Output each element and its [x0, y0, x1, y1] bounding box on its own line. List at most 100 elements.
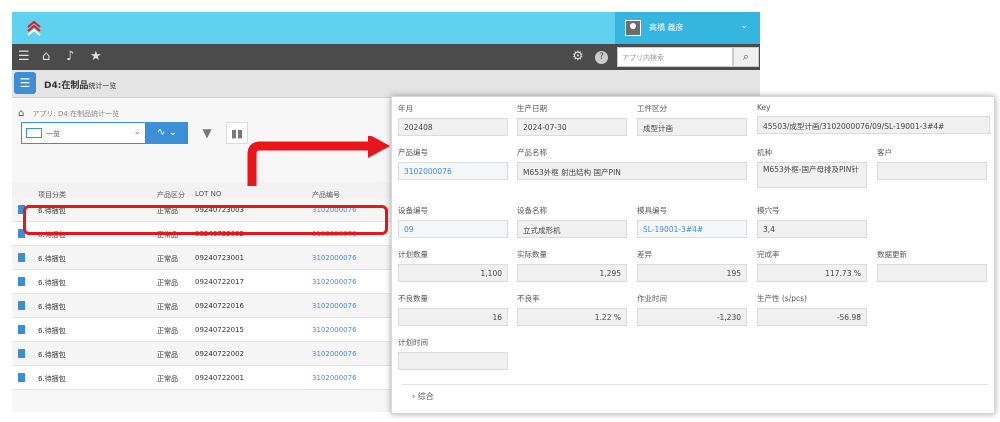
app-title-sub: 统计一览 [88, 82, 117, 90]
field-label: 客户 [877, 148, 892, 157]
filter-button[interactable]: ▼ [196, 122, 218, 144]
field-label: 机种 [757, 148, 772, 157]
field-label: 完成率 [757, 250, 780, 259]
field-label: 模穴号 [757, 206, 780, 215]
table-cell-link[interactable]: 3102000076 [312, 350, 357, 358]
record-detail-icon[interactable] [18, 349, 25, 358]
record-detail-icon[interactable] [18, 301, 25, 310]
view-selector-label: 一览 [46, 130, 60, 138]
field-chanpin-mingcheng: 产品名称 M653外框 射出结构 国产PIN [517, 147, 747, 180]
search-button[interactable]: ⌕ [733, 47, 759, 67]
chevron-right-icon: › [412, 392, 416, 401]
user-name: 高橋 義彦 [649, 23, 684, 32]
field-label: 不良数量 [398, 294, 428, 303]
field-gongjian-qufen: 工件区分 成型计画 [637, 103, 747, 136]
field-value: 16 [398, 308, 508, 326]
table-cell: 09240722001 [195, 374, 244, 382]
field-label: 产品编号 [398, 148, 428, 157]
graph-view-button[interactable]: ∿ ⌄ [146, 122, 188, 144]
table-view-icon [26, 128, 42, 138]
breadcrumb-path[interactable]: アプリ: D4:在制品统计一览 [32, 110, 119, 118]
field-label: 生产日期 [517, 104, 547, 113]
field-value-link[interactable]: 09 [398, 220, 508, 238]
field-value: -1,230 [637, 308, 747, 326]
field-label: 工件区分 [637, 104, 667, 113]
field-value [398, 352, 508, 370]
field-label: 设备名称 [517, 206, 547, 215]
breadcrumb: ⌂ アプリ: D4:在制品统计一览 [18, 108, 119, 119]
table-cell: 正常品 [157, 279, 178, 287]
field-buliang-shu: 不良数量 16 [398, 293, 508, 326]
field-shengchan-riqi: 生产日期 2024-07-30 [517, 103, 627, 136]
field-shuju-gengxin: 数据更新 [877, 249, 987, 282]
field-jizhong: 机种 M653外框-国产母排及PIN针 [757, 147, 867, 188]
star-icon[interactable]: ★ [90, 49, 102, 65]
field-label: 生产性 (s/pcs) [757, 294, 807, 303]
table-cell: 09240722002 [195, 350, 244, 358]
record-detail-icon[interactable] [18, 277, 25, 286]
app-icon[interactable]: ☰ [14, 72, 36, 94]
app-bar: ☰ D4:在制品统计一览 [12, 70, 760, 98]
field-jihua-shuliang: 计划数量 1,100 [398, 249, 508, 282]
view-selector[interactable]: 一览 ⌄ [21, 122, 146, 144]
table-cell: 正常品 [157, 351, 178, 359]
record-detail-icon[interactable] [18, 373, 25, 382]
table-cell: 09240722016 [195, 302, 244, 310]
field-kehu: 客户 [877, 147, 987, 180]
app-title: D4:在制品统计一览 [44, 78, 116, 91]
kintone-logo-icon[interactable] [26, 20, 42, 36]
field-shebei-bianhao: 设备编号 09 [398, 205, 508, 238]
home-icon[interactable]: ⌂ [42, 49, 50, 65]
gear-icon[interactable]: ⚙ [572, 49, 584, 65]
record-detail-icon[interactable] [18, 325, 25, 334]
field-chayi: 差异 195 [637, 249, 747, 282]
bell-icon[interactable]: ♪ [66, 49, 74, 65]
field-label: Key [757, 103, 771, 112]
table-cell-link[interactable]: 3102000076 [312, 326, 357, 334]
field-value [877, 162, 987, 180]
field-jihua-shijian: 计划时间 [398, 337, 508, 370]
record-detail-panel: 年月 202408 生产日期 2024-07-30 工件区分 成型计画 Key … [391, 96, 995, 414]
field-mouju-bianhao: 模具编号 SL-19001-3#4# [637, 205, 747, 238]
help-icon[interactable]: ? [595, 51, 608, 64]
field-label: 计划时间 [398, 338, 428, 347]
chevron-down-icon: ⌄ [133, 127, 141, 137]
table-cell-link[interactable]: 3102000076 [312, 374, 357, 382]
field-value: 117.73 % [757, 264, 867, 282]
table-cell: 正常品 [157, 303, 178, 311]
field-label: 作业时间 [637, 294, 667, 303]
group-toggle[interactable]: › 综合 [412, 391, 434, 402]
table-cell-link[interactable]: 3102000076 [312, 278, 357, 286]
table-cell: 正常品 [157, 375, 178, 383]
field-label: 差异 [637, 250, 652, 259]
menu-icon[interactable]: ☰ [18, 49, 30, 65]
table-cell-link[interactable]: 3102000076 [312, 254, 357, 262]
field-value-link[interactable]: SL-19001-3#4# [637, 220, 747, 238]
field-value: 45503/成型计画/3102000076/09/SL-19001-3#4# [757, 116, 990, 134]
field-value: 1.22 % [517, 308, 627, 326]
search-input[interactable]: アプリ内検索 [617, 47, 733, 67]
field-value: 立式成形机 [517, 220, 627, 238]
field-label: 设备编号 [398, 206, 428, 215]
field-nianyue: 年月 202408 [398, 103, 508, 136]
home-icon[interactable]: ⌂ [18, 108, 24, 119]
divider [402, 384, 988, 385]
field-value-link[interactable]: 3102000076 [398, 162, 508, 180]
record-detail-icon[interactable] [18, 253, 25, 262]
field-wanchenglv: 完成率 117.73 % [757, 249, 867, 282]
top-header: 高橋 義彦 ⌄ [12, 12, 760, 44]
callout-arrow-icon [247, 136, 390, 186]
avatar [625, 20, 641, 36]
field-label: 模具编号 [637, 206, 667, 215]
app-title-main: D4:在制品 [44, 81, 89, 91]
table-cell-link[interactable]: 3102000076 [312, 302, 357, 310]
field-value: 2024-07-30 [517, 118, 627, 136]
table-cell: 正常品 [157, 327, 178, 335]
table-cell: 6.待捆包 [38, 375, 66, 383]
field-value: M653外框-国产母排及PIN针 [757, 162, 867, 188]
toolbar: ☰ ⌂ ♪ ★ ⚙ ? アプリ内検索 ⌕ [12, 44, 760, 70]
field-value: 1,295 [517, 264, 627, 282]
user-menu[interactable]: 高橋 義彦 ⌄ [615, 12, 760, 44]
column-header[interactable]: LOT NO [195, 190, 221, 198]
table-cell: 6.待捆包 [38, 351, 66, 359]
